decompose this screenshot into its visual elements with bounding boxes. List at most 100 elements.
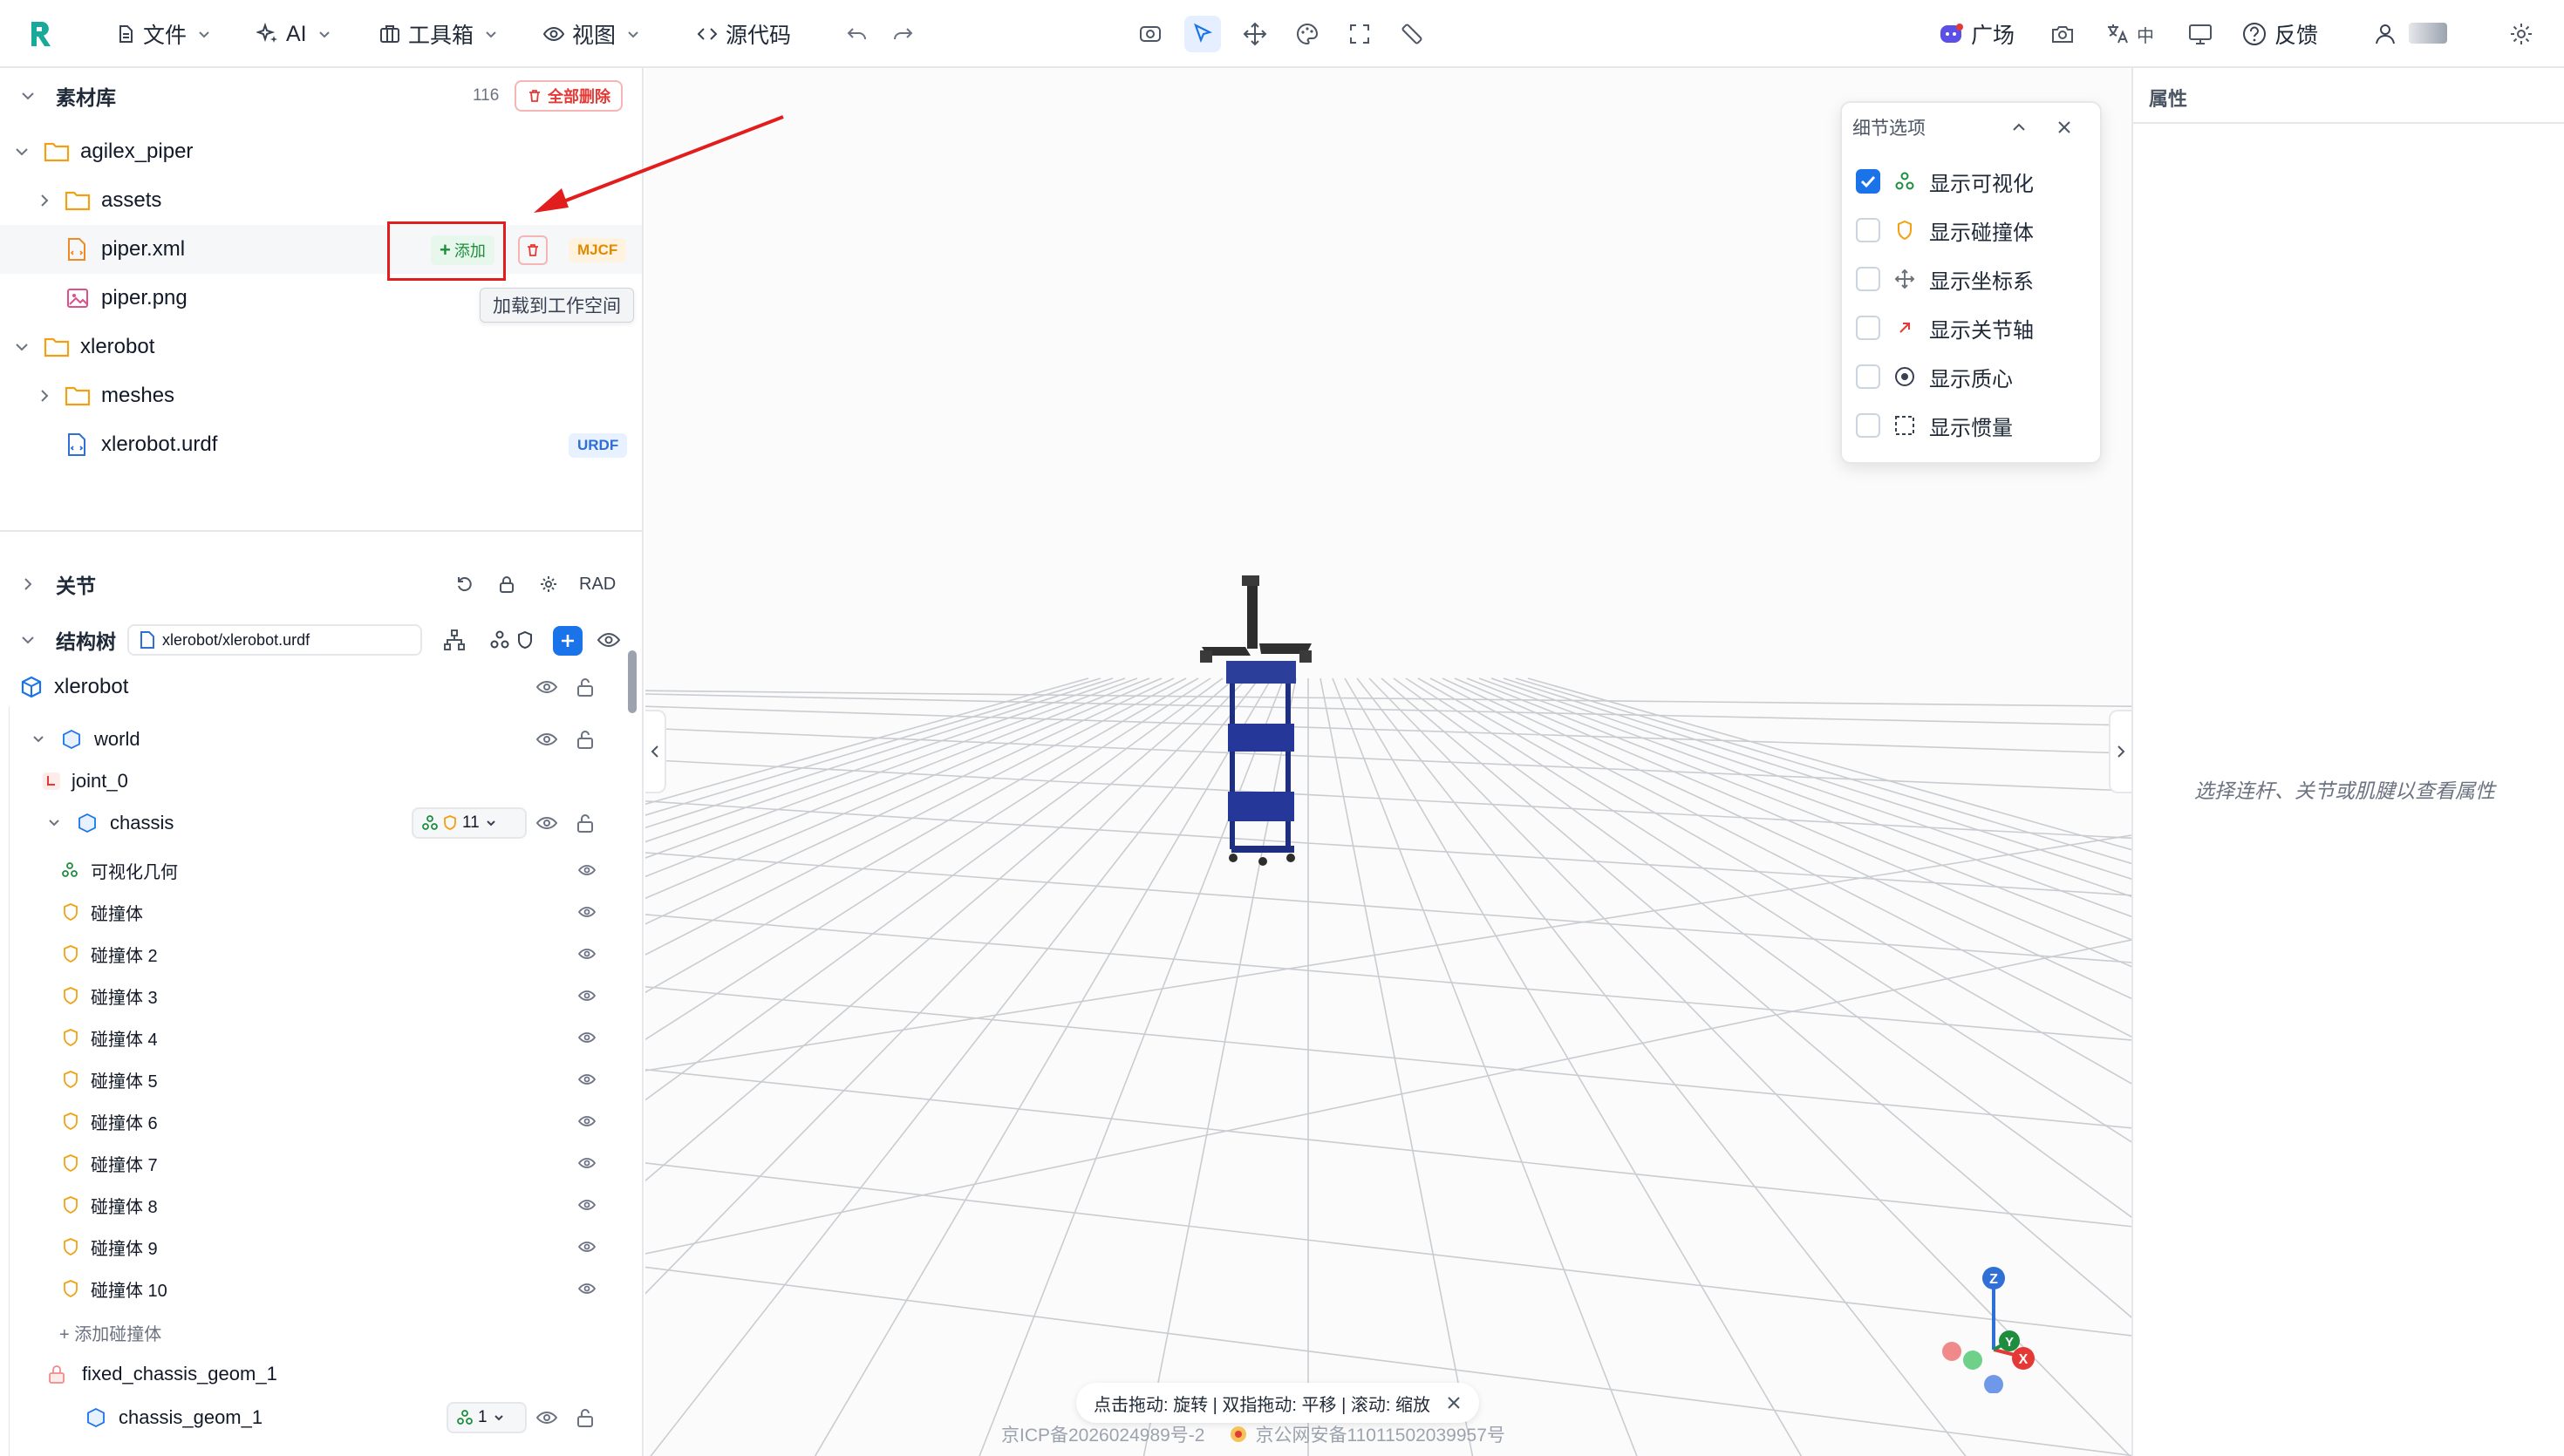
unlock-icon[interactable] bbox=[576, 1407, 595, 1428]
eye-icon[interactable] bbox=[535, 678, 558, 696]
tree-node-collider[interactable]: 碰撞体 6 bbox=[0, 1100, 642, 1142]
user-account-button[interactable] bbox=[2367, 16, 2404, 52]
reset-icon[interactable] bbox=[455, 575, 474, 594]
axis-gizmo[interactable]: Z X Y bbox=[1940, 1254, 2062, 1393]
eye-icon[interactable] bbox=[577, 904, 597, 920]
tree-node-world[interactable]: world bbox=[0, 718, 642, 760]
language-toggle[interactable]: 中 bbox=[2105, 16, 2154, 52]
collapse-right-panel-button[interactable] bbox=[2109, 710, 2131, 793]
add-collider-button[interactable]: + 添加碰撞体 bbox=[0, 1311, 642, 1353]
checkbox-checked[interactable] bbox=[1856, 169, 1880, 194]
eye-icon[interactable] bbox=[577, 988, 597, 1004]
app-logo-icon[interactable] bbox=[23, 16, 59, 52]
checkbox-unchecked[interactable] bbox=[1856, 218, 1880, 242]
option-show-joint-axes[interactable]: 显示关节轴 bbox=[1842, 303, 2104, 352]
eye-icon[interactable] bbox=[535, 1409, 558, 1426]
tree-file-piper-xml[interactable]: piper.xml + 添加 MJCF bbox=[0, 225, 642, 274]
option-show-frames[interactable]: 显示坐标系 bbox=[1842, 255, 2104, 303]
toolbox-menu[interactable]: 工具箱 bbox=[378, 16, 498, 52]
delete-all-button[interactable]: 全部删除 bbox=[515, 80, 623, 112]
eye-icon[interactable] bbox=[535, 731, 558, 748]
checkbox-unchecked[interactable] bbox=[1856, 316, 1880, 340]
option-show-colliders[interactable]: 显示碰撞体 bbox=[1842, 206, 2104, 255]
visual-geometry-icon[interactable] bbox=[490, 630, 509, 650]
close-icon[interactable] bbox=[1446, 1395, 1462, 1411]
tree-folder-meshes[interactable]: meshes bbox=[0, 371, 642, 420]
joints-header[interactable]: 关节 RAD bbox=[0, 560, 642, 609]
checkbox-unchecked[interactable] bbox=[1856, 413, 1880, 438]
eye-icon[interactable] bbox=[577, 1197, 597, 1213]
icp-link[interactable]: 京ICP备2026024989号-2 bbox=[1001, 1421, 1204, 1447]
tree-folder-xlerobot[interactable]: xlerobot bbox=[0, 323, 642, 371]
eye-icon[interactable] bbox=[597, 630, 621, 650]
tree-node-collider[interactable]: 碰撞体 3 bbox=[0, 975, 642, 1017]
eye-icon[interactable] bbox=[535, 814, 558, 832]
tree-node-fixed-chassis-geom[interactable]: fixed_chassis_geom_1 bbox=[0, 1353, 642, 1395]
collider-shield-icon[interactable] bbox=[516, 630, 534, 650]
plaza-button[interactable]: 广场 bbox=[1938, 16, 2015, 52]
option-show-com[interactable]: 显示质心 bbox=[1842, 352, 2104, 401]
angle-unit-toggle[interactable]: RAD bbox=[579, 575, 616, 595]
tree-file-piper-png[interactable]: piper.png bbox=[0, 274, 642, 323]
eye-icon[interactable] bbox=[577, 1281, 597, 1296]
material-tool-button[interactable] bbox=[1289, 16, 1326, 52]
chassis-geometry-summary[interactable]: 11 bbox=[412, 807, 527, 839]
tree-node-collider[interactable]: 碰撞体 9 bbox=[0, 1226, 642, 1268]
screenshot-button[interactable] bbox=[2044, 16, 2081, 52]
checkbox-unchecked[interactable] bbox=[1856, 267, 1880, 291]
ai-menu[interactable]: AI bbox=[256, 16, 331, 52]
tree-node-collider[interactable]: 碰撞体 5 bbox=[0, 1058, 642, 1100]
lock-icon[interactable] bbox=[497, 575, 516, 594]
undo-button[interactable] bbox=[839, 16, 876, 52]
file-menu[interactable]: 文件 bbox=[115, 16, 211, 52]
chevron-up-icon[interactable] bbox=[2009, 118, 2029, 137]
structure-header[interactable]: 结构树 xlerobot/xlerobot.urdf bbox=[0, 616, 642, 664]
model-file-select[interactable]: xlerobot/xlerobot.urdf bbox=[127, 624, 422, 656]
tree-node-visual-geometry[interactable]: 可视化几何 bbox=[0, 849, 642, 891]
collapse-left-panel-button[interactable] bbox=[645, 710, 666, 793]
gear-icon[interactable] bbox=[539, 575, 558, 594]
unlock-icon[interactable] bbox=[576, 729, 595, 750]
eye-icon[interactable] bbox=[577, 1113, 597, 1129]
orbit-camera-button[interactable] bbox=[1132, 16, 1169, 52]
eye-icon[interactable] bbox=[577, 1239, 597, 1255]
eye-icon[interactable] bbox=[577, 1072, 597, 1087]
add-node-button[interactable] bbox=[553, 626, 583, 656]
tree-node-collider[interactable]: 碰撞体 4 bbox=[0, 1017, 642, 1058]
tree-node-collider[interactable]: 碰撞体 10 bbox=[0, 1268, 642, 1310]
redo-button[interactable] bbox=[884, 16, 921, 52]
option-show-visual[interactable]: 显示可视化 bbox=[1842, 157, 2104, 206]
tree-file-xlerobot-urdf[interactable]: xlerobot.urdf URDF bbox=[0, 420, 642, 469]
checkbox-unchecked[interactable] bbox=[1856, 364, 1880, 389]
police-registration[interactable]: 京公网安备11011502039957号 bbox=[1229, 1421, 1505, 1447]
fullscreen-button[interactable] bbox=[1341, 16, 1378, 52]
eye-icon[interactable] bbox=[577, 1155, 597, 1171]
delete-file-button[interactable] bbox=[518, 235, 548, 265]
tree-node-joint-0[interactable]: joint_0 bbox=[0, 760, 642, 802]
select-tool-button[interactable] bbox=[1184, 16, 1221, 52]
unlock-icon[interactable] bbox=[576, 677, 595, 697]
source-code-button[interactable]: 源代码 bbox=[696, 16, 791, 52]
display-button[interactable] bbox=[2182, 16, 2219, 52]
tree-node-xlerobot[interactable]: xlerobot bbox=[0, 666, 642, 708]
tree-node-collider[interactable]: 碰撞体 7 bbox=[0, 1142, 642, 1184]
hierarchy-icon[interactable] bbox=[443, 629, 466, 651]
tree-node-chassis[interactable]: chassis 11 bbox=[0, 802, 642, 844]
close-icon[interactable] bbox=[2055, 118, 2074, 137]
view-menu[interactable]: 视图 bbox=[542, 16, 640, 52]
eye-icon[interactable] bbox=[577, 1030, 597, 1045]
unlock-icon[interactable] bbox=[576, 813, 595, 833]
tree-node-chassis-geom[interactable]: chassis_geom_1 1 bbox=[0, 1397, 642, 1439]
tree-node-collider[interactable]: 碰撞体 8 bbox=[0, 1184, 642, 1226]
tree-node-collider[interactable]: 碰撞体 2 bbox=[0, 933, 642, 975]
robot-model[interactable] bbox=[1195, 574, 1326, 888]
option-show-inertia[interactable]: 显示惯量 bbox=[1842, 401, 2104, 450]
settings-button[interactable] bbox=[2503, 16, 2540, 52]
move-tool-button[interactable] bbox=[1237, 16, 1273, 52]
geom-summary[interactable]: 1 bbox=[447, 1402, 527, 1433]
eye-icon[interactable] bbox=[577, 946, 597, 962]
tree-node-collider[interactable]: 碰撞体 bbox=[0, 891, 642, 933]
eye-icon[interactable] bbox=[577, 862, 597, 878]
feedback-button[interactable]: 反馈 bbox=[2241, 16, 2318, 52]
measure-tool-button[interactable] bbox=[1394, 16, 1430, 52]
